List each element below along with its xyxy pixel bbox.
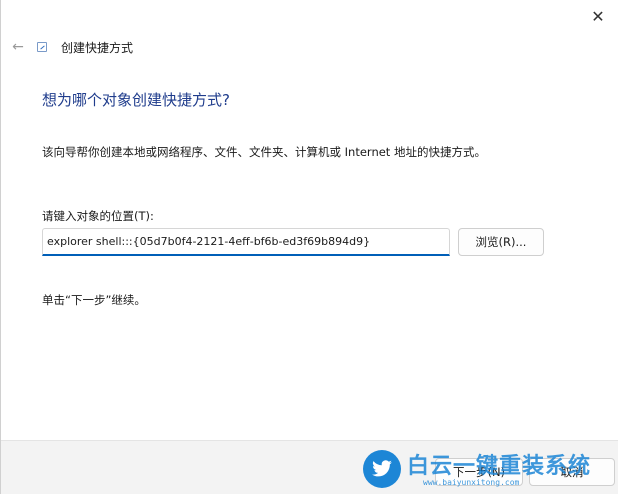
back-arrow-icon: ← <box>12 39 24 55</box>
cancel-button[interactable]: 取消 <box>529 458 615 486</box>
wizard-header: ← 创建快捷方式 <box>1 34 618 60</box>
next-button[interactable]: 下一步(N) <box>435 458 523 486</box>
back-button[interactable]: ← <box>7 37 29 57</box>
wizard-description: 该向导帮你创建本地或网络程序、文件、文件夹、计算机或 Internet 地址的快… <box>42 145 486 159</box>
wizard-title: 创建快捷方式 <box>61 41 134 55</box>
continue-hint: 单击“下一步”继续。 <box>42 293 146 307</box>
close-button[interactable]: ✕ <box>584 4 612 28</box>
page-heading: 想为哪个对象创建快捷方式? <box>42 91 230 109</box>
create-shortcut-dialog: ✕ ← 创建快捷方式 想为哪个对象创建快捷方式? 该向导帮你创建本地或网络程序、… <box>0 0 618 494</box>
location-input[interactable] <box>42 228 450 256</box>
browse-button[interactable]: 浏览(R)... <box>458 228 544 256</box>
dialog-footer: 下一步(N) 取消 <box>1 440 618 494</box>
location-label: 请键入对象的位置(T): <box>42 209 154 223</box>
close-icon: ✕ <box>591 6 605 26</box>
shortcut-wizard-icon <box>37 42 47 52</box>
